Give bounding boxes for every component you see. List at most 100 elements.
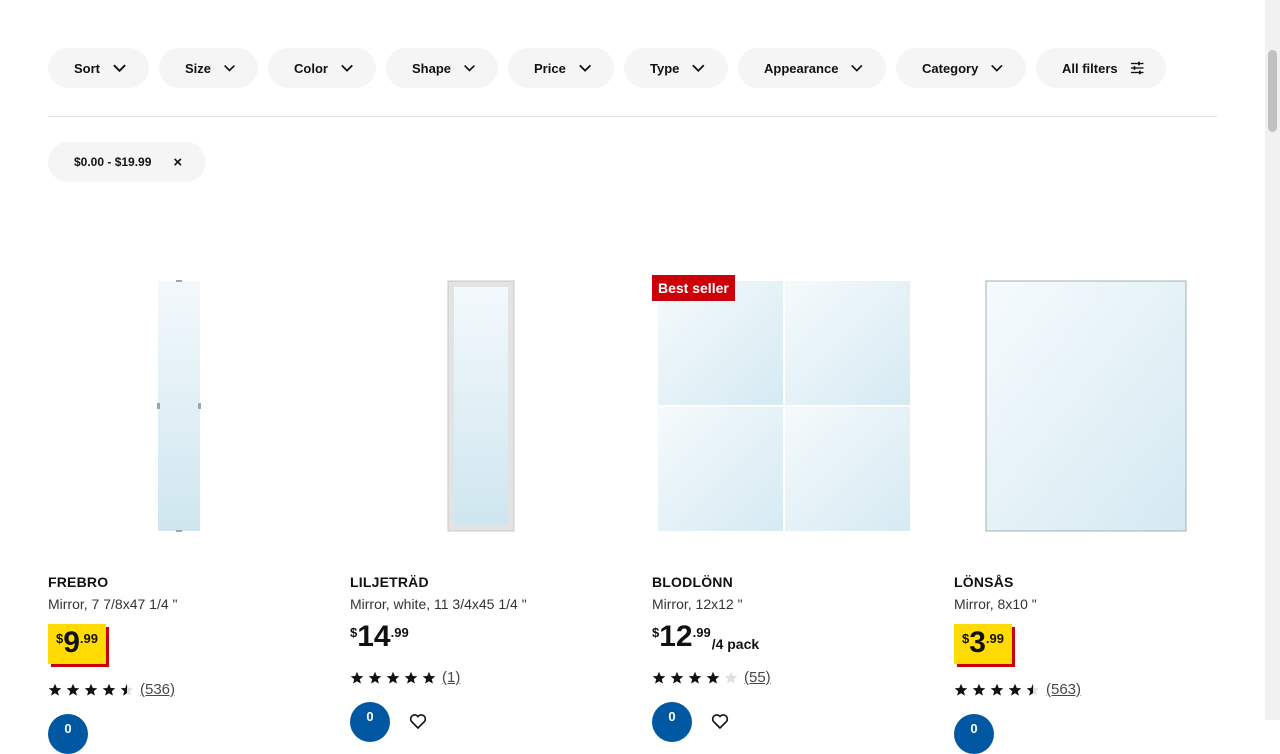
filter-divider (48, 116, 1217, 117)
star-icon (102, 683, 116, 696)
price-currency: $ (56, 631, 64, 646)
star-icon (972, 683, 986, 696)
rating-stars (350, 671, 436, 685)
chevron-down-icon (991, 64, 1003, 72)
filter-all-filters[interactable]: All filters (1036, 48, 1166, 88)
star-icon (350, 671, 364, 684)
rating-stars (652, 671, 738, 685)
product-image[interactable] (350, 270, 630, 540)
filter-type[interactable]: Type (624, 48, 728, 88)
price-integer: 14 (357, 620, 391, 653)
filter-label: Appearance (764, 60, 839, 76)
best-seller-badge: Best seller (652, 275, 735, 301)
price-decimal: .99 (692, 625, 711, 640)
price-currency: $ (962, 631, 970, 646)
product-rating[interactable]: (1) (350, 669, 460, 686)
review-count[interactable]: (55) (744, 669, 771, 686)
product-description: Mirror, 8x10 " (954, 596, 1037, 612)
heart-icon[interactable] (711, 712, 729, 730)
mirror-image (157, 280, 201, 532)
star-icon (368, 671, 382, 684)
product-image[interactable] (48, 270, 328, 540)
price-decimal: .99 (79, 631, 98, 646)
filter-category[interactable]: Category (896, 48, 1026, 88)
star-icon (48, 683, 62, 696)
star-icon (404, 671, 418, 684)
product-description: Mirror, white, 11 3/4x45 1/4 " (350, 596, 527, 612)
close-icon[interactable]: × (173, 155, 182, 170)
star-icon (1026, 683, 1040, 696)
product-price: $ 9 .99 (48, 624, 106, 664)
price-decimal: .99 (985, 631, 1004, 646)
star-icon (1008, 683, 1022, 696)
star-icon (386, 671, 400, 684)
chevron-down-icon (341, 64, 353, 72)
product-rating[interactable]: (536) (48, 681, 175, 698)
add-to-cart-button[interactable]: 0 (48, 714, 88, 754)
product-image[interactable] (954, 270, 1234, 540)
mirror-image (985, 280, 1187, 532)
filter-label: Category (922, 60, 979, 76)
product-image[interactable]: Best seller (652, 270, 932, 540)
filter-label: Shape (412, 60, 452, 76)
star-icon (688, 671, 702, 684)
product-price: $ 12 .99 /4 pack (652, 620, 759, 654)
product-name[interactable]: LÖNSÅS (954, 574, 1014, 590)
rating-stars (954, 683, 1040, 697)
product-card[interactable] (954, 270, 1234, 540)
product-name[interactable]: FREBRO (48, 574, 108, 590)
add-to-cart-button[interactable]: 0 (652, 702, 692, 742)
filter-label: All filters (1062, 60, 1118, 76)
chevron-down-icon (464, 64, 475, 72)
star-icon (724, 671, 738, 684)
star-icon (120, 683, 134, 696)
mirror-image (447, 280, 515, 532)
review-count[interactable]: (563) (1046, 681, 1081, 698)
chevron-down-icon (692, 64, 705, 73)
star-icon (990, 683, 1004, 696)
star-icon (652, 671, 666, 684)
star-icon (706, 671, 720, 684)
filter-appearance[interactable]: Appearance (738, 48, 886, 88)
chevron-down-icon (224, 64, 235, 72)
product-card[interactable] (350, 270, 630, 540)
active-filter-chip[interactable]: $0.00 - $19.99 × (48, 142, 207, 182)
chevron-down-icon (113, 64, 126, 73)
filter-label: Type (650, 60, 680, 76)
heart-icon[interactable] (409, 712, 427, 730)
star-icon (66, 683, 80, 696)
mirror-image (658, 281, 910, 531)
chevron-down-icon (851, 64, 863, 72)
product-name[interactable]: LILJETRÄD (350, 574, 429, 590)
review-count[interactable]: (536) (140, 681, 175, 698)
price-integer: 3 (969, 626, 986, 659)
filter-sort[interactable]: Sort (48, 48, 149, 88)
filter-size[interactable]: Size (159, 48, 258, 88)
price-integer: 12 (659, 620, 693, 653)
filter-bar: Sort Size Color Shape Price Type Appeara… (48, 48, 1166, 88)
rating-stars (48, 683, 134, 697)
page-scrollbar[interactable] (1265, 0, 1280, 720)
product-rating[interactable]: (55) (652, 669, 771, 686)
product-card[interactable] (48, 270, 328, 540)
price-currency: $ (652, 625, 660, 640)
scrollbar-thumb[interactable] (1268, 50, 1277, 132)
filter-shape[interactable]: Shape (386, 48, 498, 88)
filter-price[interactable]: Price (508, 48, 614, 88)
review-count[interactable]: (1) (442, 669, 460, 686)
price-unit: /4 pack (711, 636, 760, 652)
product-card[interactable]: Best seller (652, 270, 932, 540)
product-rating[interactable]: (563) (954, 681, 1081, 698)
product-description: Mirror, 7 7/8x47 1/4 " (48, 596, 178, 612)
star-icon (422, 671, 436, 684)
price-integer: 9 (63, 626, 80, 659)
sliders-icon (1130, 61, 1144, 75)
add-to-cart-button[interactable]: 0 (350, 702, 390, 742)
active-filter-label: $0.00 - $19.99 (74, 155, 152, 169)
product-name[interactable]: BLODLÖNN (652, 574, 733, 590)
star-icon (84, 683, 98, 696)
add-to-cart-button[interactable]: 0 (954, 714, 994, 754)
filter-color[interactable]: Color (268, 48, 376, 88)
product-price: $ 3 .99 (954, 624, 1012, 664)
price-currency: $ (350, 625, 358, 640)
